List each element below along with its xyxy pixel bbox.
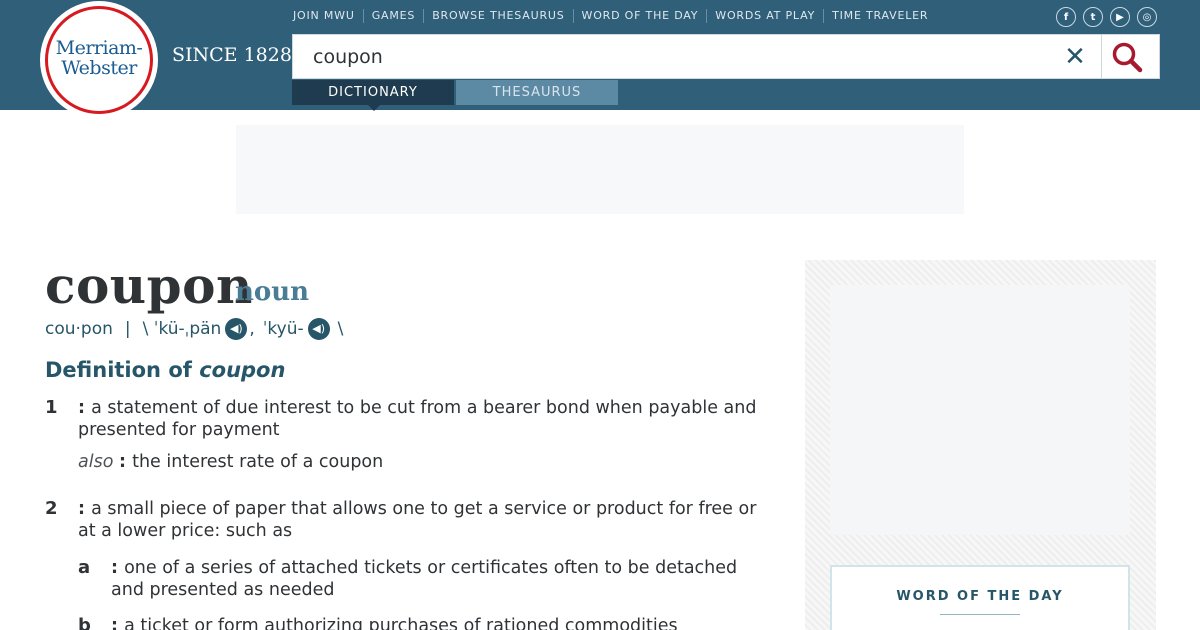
subsense-letter: a: [78, 557, 91, 578]
pron-divider: |: [124, 319, 131, 339]
nav-word-of-the-day[interactable]: WORD OF THE DAY: [572, 9, 707, 23]
wotd-divider: [940, 614, 1020, 615]
search-divider: [1101, 35, 1102, 78]
part-of-speech[interactable]: noun: [235, 277, 309, 307]
search-input[interactable]: [313, 35, 1053, 78]
since-1828: SINCE 1828: [172, 44, 292, 66]
subsense-definition: : one of a series of attached tickets or…: [111, 558, 738, 600]
headword: coupon: [45, 256, 253, 315]
clear-search-button[interactable]: ✕: [1061, 43, 1089, 71]
site-header: Merriam- Webster SINCE 1828 JOIN MWU GAM…: [0, 0, 1200, 119]
also-label: also: [78, 452, 114, 472]
sense-definition: : a statement of due interest to be cut …: [78, 398, 757, 440]
also-text: the interest rate of a coupon: [132, 452, 384, 472]
sense-text: a small piece of paper that allows one t…: [78, 499, 757, 541]
nav-join-mwu[interactable]: JOIN MWU: [293, 9, 363, 23]
definition-heading-word: coupon: [199, 358, 286, 382]
search-bar: ✕: [292, 34, 1160, 79]
search-icon[interactable]: [1111, 41, 1143, 73]
pronunciation-1: \ ˈkü-ˌpän: [142, 319, 222, 339]
subsense-text: one of a series of attached tickets or c…: [111, 558, 738, 600]
sidebar-ad-slot: [830, 285, 1130, 535]
word-of-the-day-card[interactable]: WORD OF THE DAY: [830, 565, 1130, 630]
pronunciation-2: ˈkyü-: [262, 319, 304, 339]
subsense-definition: : a ticket or form authorizing purchases…: [111, 615, 771, 630]
sense-definition: : a small piece of paper that allows one…: [78, 499, 757, 541]
definition-heading-prefix: Definition of: [45, 358, 200, 382]
tab-dictionary[interactable]: DICTIONARY: [292, 80, 454, 111]
definition-heading: Definition of coupon: [45, 358, 285, 382]
pronunciation-row: cou·pon | \ ˈkü-ˌpän ◀) , ˈkyü- ◀) \: [45, 318, 343, 340]
pron-comma: ,: [249, 319, 255, 339]
subsense-letter: b: [78, 615, 91, 630]
logo-line2: Webster: [61, 57, 137, 79]
logo-line1: Merriam-: [55, 37, 143, 59]
speaker-icon[interactable]: ◀): [225, 318, 248, 340]
sense-text: a statement of due interest to be cut fr…: [78, 398, 757, 440]
instagram-icon[interactable]: ◎: [1137, 7, 1157, 27]
sense-number: 2: [45, 498, 58, 519]
twitter-icon[interactable]: t: [1083, 7, 1103, 27]
nav-time-traveler[interactable]: TIME TRAVELER: [823, 9, 936, 23]
nav-browse-thesaurus[interactable]: BROWSE THESAURUS: [423, 9, 572, 23]
nav-games[interactable]: GAMES: [362, 9, 423, 23]
syllables: cou·pon: [45, 319, 113, 339]
tab-thesaurus[interactable]: THESAURUS: [456, 80, 618, 105]
sense-number: 1: [45, 397, 58, 418]
subsense-text: a ticket or form authorizing purchases o…: [124, 616, 678, 630]
facebook-icon[interactable]: f: [1056, 7, 1076, 27]
merriam-webster-logo[interactable]: Merriam- Webster: [40, 1, 158, 119]
right-sidebar: WORD OF THE DAY: [805, 260, 1156, 630]
logo-text: Merriam- Webster: [40, 38, 158, 78]
pron-end: \: [337, 319, 344, 339]
wotd-label: WORD OF THE DAY: [896, 589, 1064, 604]
top-nav: JOIN MWU GAMES BROWSE THESAURUS WORD OF …: [293, 8, 936, 24]
nav-words-at-play[interactable]: WORDS AT PLAY: [706, 9, 823, 23]
speaker-icon[interactable]: ◀): [307, 318, 330, 340]
social-links: f t ▶ ◎: [1056, 7, 1157, 27]
top-ad-slot: [236, 125, 964, 214]
also-definition: also : the interest rate of a coupon: [78, 452, 384, 472]
search-tabs: DICTIONARY THESAURUS: [292, 80, 618, 111]
youtube-icon[interactable]: ▶: [1110, 7, 1130, 27]
